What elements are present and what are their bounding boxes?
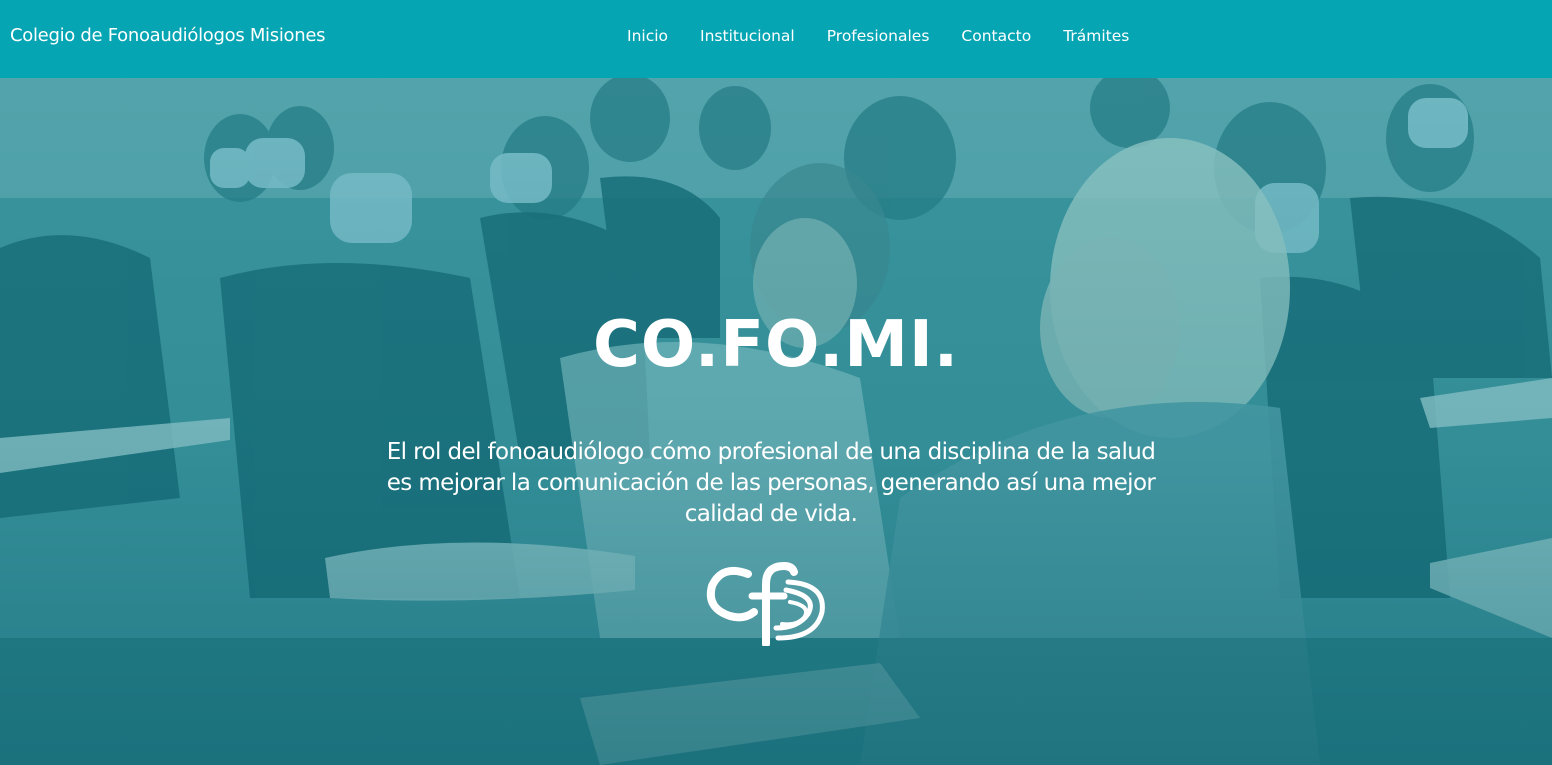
site-brand[interactable]: Colegio de Fonoaudiólogos Misiones [10, 25, 326, 46]
top-navbar: Colegio de Fonoaudiólogos Misiones Inici… [0, 0, 1552, 78]
hero-color-overlay [0, 78, 1552, 765]
nav-link-contacto[interactable]: Contacto [961, 27, 1031, 45]
nav-link-tramites[interactable]: Trámites [1063, 27, 1129, 45]
nav-link-profesionales[interactable]: Profesionales [827, 27, 930, 45]
nav-link-institucional[interactable]: Institucional [700, 27, 795, 45]
main-nav: Inicio Institucional Profesionales Conta… [627, 27, 1161, 45]
hero-title: CO.FO.MI. [592, 308, 960, 382]
hero-description: El rol del fonoaudiólogo cómo profesiona… [386, 439, 1156, 527]
nav-link-inicio[interactable]: Inicio [627, 27, 668, 45]
cf-logo-icon [706, 561, 825, 646]
hero-section: CO.FO.MI. El rol del fonoaudiólogo cómo … [0, 78, 1552, 765]
